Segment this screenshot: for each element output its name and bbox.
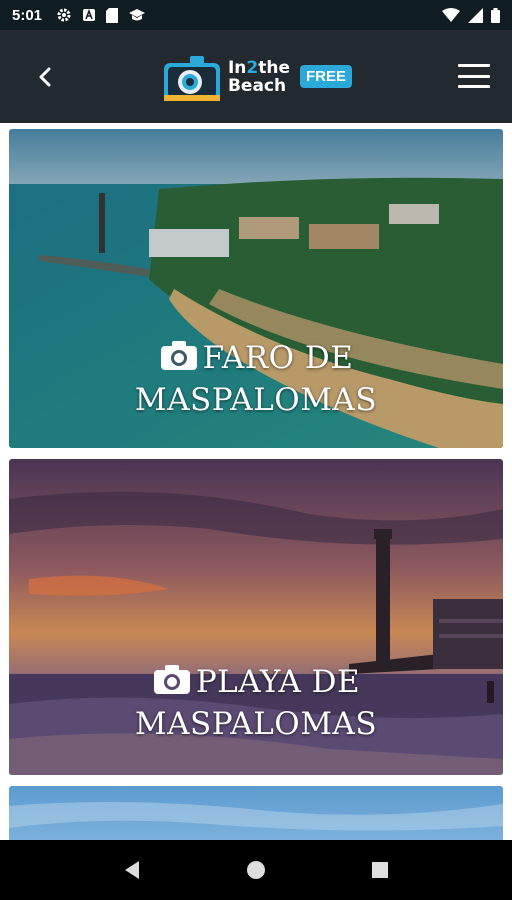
school-icon [129,8,146,20]
nav-home-icon[interactable] [246,860,266,880]
beach-card[interactable]: FARO DE MASPALOMAS [9,129,503,448]
card-title: FARO DE MASPALOMAS [9,337,503,421]
card-title: PLAYA DE MASPALOMAS [9,661,503,745]
app-bar: In2the Beach FREE [0,30,512,123]
logo-word-in: In [227,57,247,78]
beach-photo [9,786,503,840]
battery-icon [491,7,500,23]
settings-icon [57,8,71,22]
menu-button[interactable] [456,60,492,92]
app-logo: In2the Beach FREE [160,51,353,103]
free-badge: FREE [300,65,353,88]
camera-icon [153,665,190,694]
back-button[interactable] [30,62,60,92]
status-bar: 5:01 [0,0,512,30]
hamburger-line [458,85,490,88]
nav-back-icon[interactable] [123,860,141,880]
beach-list: FARO DE MASPALOMAS PLAYA DE MASPALOMAS [0,123,512,840]
status-time: 5:01 [12,6,43,24]
hamburger-line [458,64,490,67]
card-title-line1: FARO DE [202,340,354,376]
card-title-line2: MASPALOMAS [134,382,378,418]
chevron-left-icon [39,67,51,87]
card-title-line1: PLAYA DE [195,664,361,700]
font-icon [83,8,96,21]
nav-recents-icon[interactable] [371,861,389,879]
camera-icon [160,341,197,370]
system-nav-bar [0,840,512,900]
logo-word-2: 2 [246,57,259,78]
beach-card[interactable]: PLAYA DE MASPALOMAS [9,459,503,775]
logo-word-beach: Beach [227,75,287,96]
camera-logo-icon [163,55,220,101]
card-title-line2: MASPALOMAS [134,706,378,742]
sd-card-icon [106,7,119,23]
logo-text: In2the Beach [228,59,290,95]
beach-card[interactable] [9,786,503,840]
wifi-icon [442,7,460,22]
hamburger-line [458,74,490,78]
logo-word-the: the [258,57,291,78]
signal-icon [468,7,483,23]
